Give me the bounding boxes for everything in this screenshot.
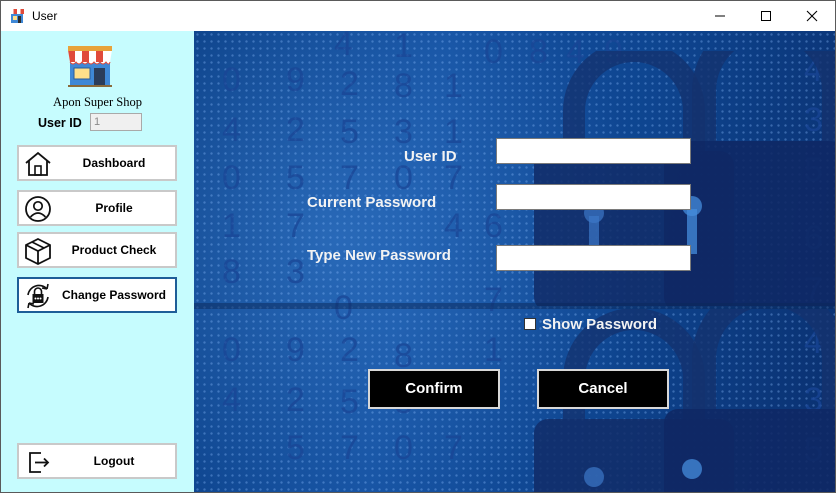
home-icon <box>25 151 51 176</box>
current-password-label: Current Password <box>307 194 437 211</box>
product-check-label: Product Check <box>71 243 157 257</box>
user-id-input[interactable] <box>496 138 691 164</box>
user-window: User Apon Super Shop User ID 1 Dashboard… <box>0 0 836 493</box>
window-title: User <box>32 9 58 23</box>
change-password-button[interactable]: Change Password <box>17 277 177 313</box>
user-id-label: User ID <box>404 148 457 165</box>
minimize-button[interactable] <box>697 1 743 31</box>
cancel-button[interactable]: Cancel <box>537 369 669 409</box>
close-icon <box>806 10 818 22</box>
lock-icon <box>27 283 49 309</box>
current-password-input[interactable] <box>496 184 691 210</box>
sidebar-user-id-label: User ID <box>38 116 82 130</box>
show-password-checkbox[interactable] <box>524 318 536 330</box>
logout-label: Logout <box>93 454 135 468</box>
close-button[interactable] <box>789 1 835 31</box>
dashboard-label: Dashboard <box>82 156 146 170</box>
minimize-icon <box>715 15 725 17</box>
show-password-label[interactable]: Show Password <box>542 316 657 333</box>
profile-button[interactable]: Profile <box>17 190 177 226</box>
logout-button[interactable]: Logout <box>17 443 177 479</box>
new-password-input[interactable] <box>496 245 691 271</box>
maximize-icon <box>761 11 771 21</box>
user-icon <box>25 196 51 222</box>
sidebar: Apon Super Shop User ID 1 Dashboard Prof… <box>1 31 194 492</box>
profile-label: Profile <box>95 201 133 215</box>
change-password-label: Change Password <box>61 288 167 302</box>
new-password-label: Type New Password <box>307 247 451 264</box>
confirm-button[interactable]: Confirm <box>368 369 500 409</box>
title-bar: User <box>1 1 835 31</box>
dashboard-button[interactable]: Dashboard <box>17 145 177 181</box>
product-check-button[interactable]: Product Check <box>17 232 177 268</box>
shop-name: Apon Super Shop <box>53 95 142 109</box>
maximize-button[interactable] <box>743 1 789 31</box>
sidebar-user-id-field[interactable]: 1 <box>90 113 142 131</box>
shop-logo-icon <box>68 46 112 87</box>
logout-icon <box>29 452 50 473</box>
box-icon <box>25 237 51 266</box>
change-password-panel: 410849 09281 42531 05707 1746 837 009281… <box>194 31 835 492</box>
shop-icon <box>10 9 24 23</box>
